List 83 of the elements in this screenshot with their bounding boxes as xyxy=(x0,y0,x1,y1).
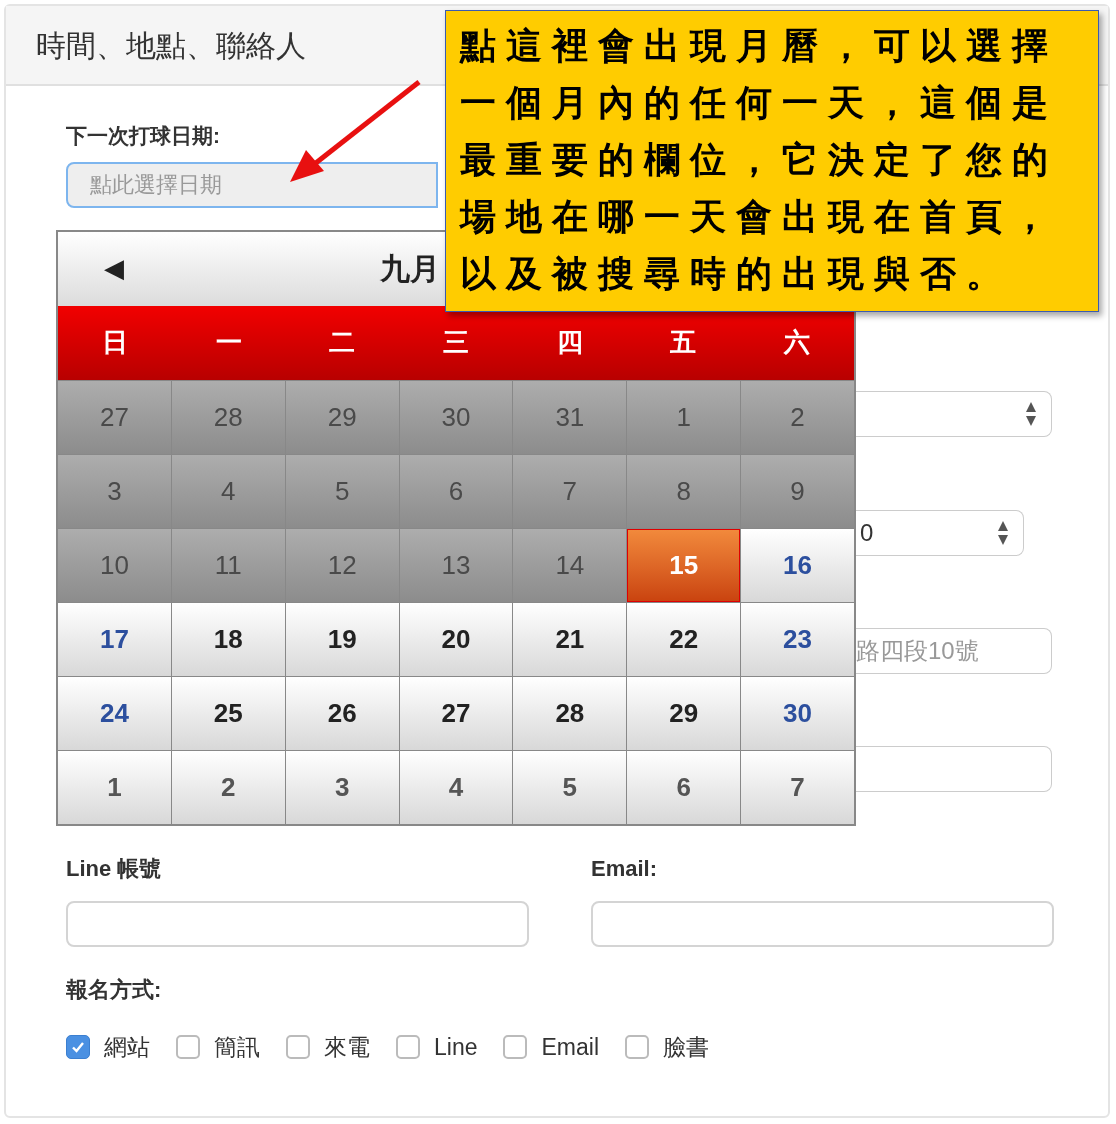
text-field[interactable] xyxy=(591,900,1054,947)
calendar-day[interactable]: 24 xyxy=(58,676,171,750)
previous-month-button[interactable]: ◀ xyxy=(94,248,134,289)
field-label: 報名方式: xyxy=(65,975,163,1004)
calendar-day[interactable]: 9 xyxy=(741,454,854,528)
calendar-day[interactable]: 7 xyxy=(513,454,627,528)
checkbox[interactable] xyxy=(66,1034,90,1059)
calendar-day[interactable]: 28 xyxy=(171,380,285,454)
weekday-label: 二 xyxy=(328,326,357,359)
annotation-text: 點這裡會出現月曆，可以選擇 xyxy=(460,23,1059,68)
checkbox[interactable] xyxy=(625,1034,649,1059)
calendar-day[interactable]: 25 xyxy=(171,676,285,750)
calendar-day[interactable]: 14 xyxy=(513,528,627,602)
checkbox-label: Line xyxy=(434,1032,478,1062)
calendar-day[interactable]: 8 xyxy=(627,454,741,528)
calendar-day[interactable]: 6 xyxy=(627,750,741,824)
calendar-day[interactable]: 26 xyxy=(285,676,399,750)
annotation-text: 以及被搜尋時的出現與否。 xyxy=(460,251,1013,296)
weekday-label: 五 xyxy=(669,326,698,359)
select-value: 0 xyxy=(860,517,874,548)
calendar-day[interactable]: 3 xyxy=(285,750,399,824)
annotation-text: 一個月內的任何一天，這個是 xyxy=(460,80,1059,125)
weekday-label: 三 xyxy=(442,326,470,359)
field-label: Line 帳號 xyxy=(66,854,163,883)
checkbox-label: 網站 xyxy=(104,1032,150,1062)
calendar-day[interactable]: 30 xyxy=(399,380,513,454)
calendar-day[interactable]: 7 xyxy=(741,750,854,824)
calendar-day[interactable]: 6 xyxy=(399,454,513,528)
calendar-day[interactable]: 16 xyxy=(741,528,854,602)
calendar-day[interactable]: 19 xyxy=(285,602,399,676)
annotation-text: 最重要的欄位，它決定了您的 xyxy=(460,137,1059,182)
calendar-day[interactable]: 29 xyxy=(627,676,741,750)
calendar-day[interactable]: 31 xyxy=(513,380,627,454)
weekday-label: 六 xyxy=(782,326,812,359)
calendar-day[interactable]: 21 xyxy=(513,602,627,676)
date-field[interactable]: 點此選擇日期 xyxy=(66,161,438,208)
calendar-day[interactable]: 4 xyxy=(399,750,513,824)
calendar-day[interactable]: 20 xyxy=(399,602,513,676)
calendar-day[interactable]: 10 xyxy=(58,528,171,602)
calendar-day[interactable]: 2 xyxy=(741,380,854,454)
checkbox-label: 臉書 xyxy=(663,1032,709,1062)
weekday-label: 四 xyxy=(555,326,584,359)
field-label: 下一次打球日期: xyxy=(65,123,221,149)
text-field[interactable]: 路四段10號 xyxy=(856,627,1052,674)
calendar-day[interactable]: 12 xyxy=(285,528,399,602)
checkbox[interactable] xyxy=(176,1034,200,1059)
calendar-day[interactable]: 1 xyxy=(627,380,741,454)
weekday-label: 一 xyxy=(214,326,243,359)
calendar-day[interactable]: 3 xyxy=(58,454,171,528)
select-field[interactable] xyxy=(856,390,1052,437)
calendar-day[interactable]: 22 xyxy=(627,602,741,676)
checkbox[interactable] xyxy=(286,1034,310,1059)
panel-title: 時間、地點、聯絡人 xyxy=(36,27,306,64)
calendar-day[interactable]: 2 xyxy=(171,750,285,824)
text-field[interactable] xyxy=(856,745,1052,792)
weekday-label: 日 xyxy=(100,326,129,359)
calendar-day[interactable]: 11 xyxy=(171,528,285,602)
annotation-text: 場地在哪一天會出現在首頁， xyxy=(460,194,1059,239)
calendar-day[interactable]: 27 xyxy=(399,676,513,750)
calendar-day[interactable]: 13 xyxy=(399,528,513,602)
calendar-day[interactable]: 1 xyxy=(58,750,171,824)
select-field[interactable]: 0 xyxy=(856,509,1024,556)
calendar-day[interactable]: 5 xyxy=(285,454,399,528)
calendar-day[interactable]: 17 xyxy=(58,602,171,676)
calendar-day[interactable]: 27 xyxy=(58,380,171,454)
calendar-day[interactable]: 18 xyxy=(171,602,285,676)
checkbox-label: Email xyxy=(541,1032,599,1062)
calendar-day[interactable]: 29 xyxy=(285,380,399,454)
field-label: Email: xyxy=(591,854,659,883)
checkbox[interactable] xyxy=(503,1034,528,1059)
checkbox[interactable] xyxy=(396,1034,420,1059)
select-arrows-icon xyxy=(997,519,1009,546)
calendar-day[interactable]: 30 xyxy=(741,676,854,750)
checkbox-label: 簡訊 xyxy=(214,1032,260,1062)
calendar-day[interactable]: 4 xyxy=(171,454,285,528)
calendar-day[interactable]: 5 xyxy=(513,750,627,824)
select-arrows-icon xyxy=(1025,400,1037,427)
calendar-day[interactable]: 23 xyxy=(741,602,854,676)
calendar-month: 九月 xyxy=(380,251,440,287)
checkbox-label: 來電 xyxy=(324,1032,370,1062)
calendar-day[interactable]: 28 xyxy=(513,676,627,750)
calendar-day[interactable]: 15 xyxy=(627,528,741,602)
text-field[interactable] xyxy=(66,900,529,947)
